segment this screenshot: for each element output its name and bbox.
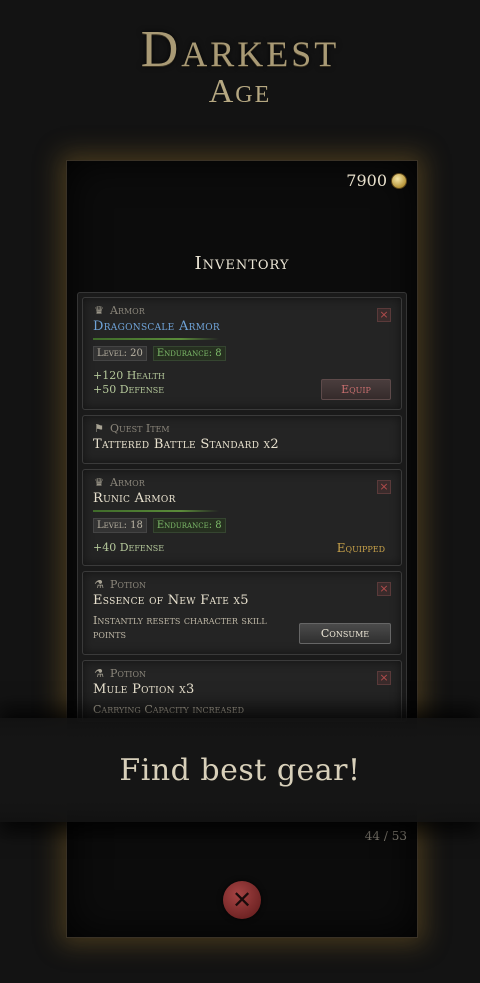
item-name: Mule Potion x3 xyxy=(93,682,195,697)
inventory-item[interactable]: ⚗ Potion Mule Potion x3 Carrying Capacit… xyxy=(82,660,402,721)
item-name: Tattered Battle Standard x2 xyxy=(93,437,279,452)
item-name: Dragonscale Armor xyxy=(93,319,221,334)
item-category: ⚗ Potion xyxy=(94,578,147,591)
item-category: ♛ Armor xyxy=(94,476,145,489)
game-logo: Darkest Age xyxy=(0,22,480,110)
potion-icon: ⚗ xyxy=(94,667,104,680)
level-stat: Level: 20 xyxy=(93,346,147,361)
discard-icon[interactable]: × xyxy=(377,671,391,685)
item-description: Instantly resets character skill points xyxy=(93,614,267,641)
inventory-title: Inventory xyxy=(194,253,290,274)
armor-icon: ♛ xyxy=(94,476,104,489)
inventory-item[interactable]: ♛ Armor Runic Armor Level: 18 Endurance:… xyxy=(82,469,402,566)
banner-text: Find best gear! xyxy=(119,752,361,788)
gold-amount: 7900 xyxy=(346,171,387,190)
inventory-list[interactable]: ♛ Armor Dragonscale Armor Level: 20 Endu… xyxy=(77,292,407,722)
equipped-status: Equipped xyxy=(336,541,385,555)
gold-counter: 7900 xyxy=(346,171,407,190)
armor-icon: ♛ xyxy=(94,304,104,317)
item-divider xyxy=(93,510,219,512)
discard-icon[interactable]: × xyxy=(377,308,391,322)
promo-banner: Find best gear! xyxy=(0,718,480,822)
item-description: Carrying Capacity increased xyxy=(93,703,244,716)
page-counter: 44 / 53 xyxy=(364,829,407,843)
item-divider xyxy=(93,338,219,340)
close-icon: ✕ xyxy=(231,886,253,914)
item-category: ♛ Armor xyxy=(94,304,145,317)
item-category: ⚗ Potion xyxy=(94,667,147,680)
logo-title: Darkest xyxy=(140,21,340,78)
potion-icon: ⚗ xyxy=(94,578,104,591)
item-category: ⚑ Quest Item xyxy=(94,422,170,435)
quest-item-icon: ⚑ xyxy=(94,422,104,435)
endurance-stat: Endurance: 8 xyxy=(152,346,226,361)
inventory-item[interactable]: ♛ Armor Dragonscale Armor Level: 20 Endu… xyxy=(82,297,402,410)
coin-icon xyxy=(391,172,407,189)
item-name: Essence of New Fate x5 xyxy=(93,593,249,608)
consume-button[interactable]: Consume xyxy=(299,623,391,644)
discard-icon[interactable]: × xyxy=(377,582,391,596)
inventory-item[interactable]: ⚑ Quest Item Tattered Battle Standard x2 xyxy=(82,415,402,464)
discard-icon[interactable]: × xyxy=(377,480,391,494)
close-button[interactable]: ✕ xyxy=(223,881,261,919)
inventory-item[interactable]: ⚗ Potion Essence of New Fate x5 Instantl… xyxy=(82,571,402,655)
equip-button[interactable]: Equip xyxy=(321,379,391,400)
level-stat: Level: 18 xyxy=(93,518,147,533)
endurance-stat: Endurance: 8 xyxy=(152,518,226,533)
logo-subtitle: Age xyxy=(208,73,272,110)
item-name: Runic Armor xyxy=(93,491,176,506)
